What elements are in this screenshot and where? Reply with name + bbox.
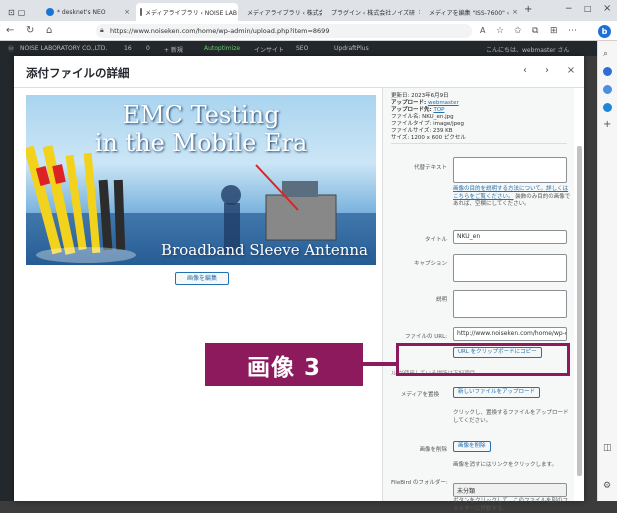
new-menu[interactable]: + 新規 bbox=[164, 45, 183, 54]
tab-media-library[interactable]: メディアライブラリ ‹ 株式会社ノ × bbox=[240, 3, 322, 21]
replace-media-label: メディアを置換 bbox=[400, 392, 439, 398]
close-modal-button[interactable]: × bbox=[560, 62, 582, 80]
alt-text-label: 代替テキスト bbox=[414, 165, 447, 171]
filebird-help: ボタンをクリックして、このファイルを別のフォルダーに移動する。 bbox=[453, 498, 569, 512]
caption-field[interactable] bbox=[453, 254, 567, 282]
seo-menu[interactable]: SEO bbox=[296, 45, 308, 52]
back-icon[interactable]: ← bbox=[6, 25, 14, 37]
updates-count[interactable]: 16 bbox=[124, 45, 132, 52]
file-url-label: ファイルの URL: bbox=[404, 334, 447, 340]
close-tab-icon[interactable]: × bbox=[124, 8, 130, 16]
delete-image-label: 画像を削除 bbox=[419, 447, 447, 453]
filebird-folder-select[interactable]: 未分類 bbox=[453, 483, 567, 497]
refresh-icon[interactable]: ↻ bbox=[26, 25, 34, 37]
collections-icon[interactable]: ⧉ bbox=[532, 25, 538, 37]
tab-label: メディアライブラリ ‹ NOISE LAB bbox=[145, 9, 237, 17]
tab-label: プラグイン ‹ 株式会社ノイズ研 bbox=[331, 9, 416, 17]
office-icon[interactable] bbox=[603, 103, 612, 112]
wp-admin-bar: Ⓦ NOISE LABORATORY CO.,LTD. 16 0 + 新規 Au… bbox=[0, 41, 597, 56]
user-greeting[interactable]: こんにちは、webmaster さん bbox=[486, 45, 569, 54]
attachment-info-panel: 更新日: 2023年6月9日 アップロード: webmaster アップロード先… bbox=[382, 88, 574, 512]
settings-gear-icon[interactable]: ⚙ bbox=[603, 481, 611, 491]
new-tab-button[interactable]: + bbox=[524, 4, 532, 15]
file-url-field[interactable]: http://www.noiseken.com/home/wp-c bbox=[453, 327, 567, 341]
image-headline-1: EMC Testing bbox=[122, 101, 280, 129]
lock-icon: 🔒︎ bbox=[100, 26, 104, 34]
desknets-favicon-icon bbox=[46, 8, 54, 16]
image-subtitle: Broadband Sleeve Antenna bbox=[161, 241, 368, 259]
edit-image-button[interactable]: 画像を編集 bbox=[175, 272, 229, 285]
tab-media-library-noise-lab[interactable]: メディアライブラリ ‹ NOISE LAB × bbox=[136, 3, 238, 21]
shopping-icon[interactable] bbox=[603, 67, 612, 76]
sidebar-toggle-icon[interactable]: ◫ bbox=[603, 443, 612, 453]
annotation-connector bbox=[363, 362, 397, 366]
details-divider bbox=[391, 143, 567, 144]
maximize-button[interactable]: □ bbox=[584, 4, 592, 13]
wp-admin-menu bbox=[0, 56, 14, 501]
annotation-callout: 画像 3 bbox=[205, 343, 363, 386]
modal-title: 添付ファイルの詳細 bbox=[26, 66, 130, 80]
more-menu-icon[interactable]: ⋯ bbox=[568, 25, 577, 37]
add-sidebar-app-icon[interactable]: + bbox=[603, 119, 611, 130]
annotation-highlight-box bbox=[396, 343, 570, 376]
close-tab-icon[interactable]: × bbox=[418, 8, 420, 16]
tab-label: * desknet's NEO bbox=[57, 8, 106, 16]
next-button[interactable]: › bbox=[536, 62, 558, 80]
read-aloud-icon[interactable]: A bbox=[480, 25, 485, 37]
browser-tab-bar: ⊡ ▢ * desknet's NEO × メディアライブラリ ‹ NOISE … bbox=[0, 0, 617, 21]
bing-copilot-icon[interactable]: b bbox=[598, 25, 611, 38]
site-name[interactable]: NOISE LABORATORY CO.,LTD. bbox=[20, 45, 107, 52]
comments-count[interactable]: 0 bbox=[146, 45, 150, 52]
search-icon[interactable]: ⌕ bbox=[603, 49, 608, 59]
delete-image-button[interactable]: 画像を削除 bbox=[453, 441, 491, 452]
page-favicon-icon bbox=[140, 8, 142, 16]
favorites-icon[interactable]: ✩ bbox=[514, 25, 522, 37]
tools-icon[interactable] bbox=[603, 85, 612, 94]
replace-help: クリックし、置換するファイルをアップロードしてください。 bbox=[453, 410, 569, 424]
panel-scrollbar[interactable] bbox=[577, 146, 582, 476]
image-headline-2: in the Mobile Era bbox=[94, 129, 308, 157]
updraft-menu[interactable]: UpdraftPlus bbox=[334, 45, 369, 52]
filebird-label: FileBird のフォルダー: bbox=[391, 480, 448, 486]
title-field[interactable]: NKU_en bbox=[453, 230, 567, 244]
attachment-details-modal: 添付ファイルの詳細 ‹ › × EMC Testing in the Mobil… bbox=[14, 56, 584, 512]
workspaces-icon[interactable]: ⊡ bbox=[8, 8, 15, 17]
extensions-icon[interactable]: ⊞ bbox=[550, 25, 558, 37]
promo-image: EMC Testing in the Mobile Era Broadband … bbox=[26, 95, 376, 265]
favorite-star-icon[interactable]: ☆ bbox=[496, 25, 504, 37]
autoptimize-menu[interactable]: Autoptimize bbox=[204, 45, 240, 52]
previous-button[interactable]: ‹ bbox=[514, 62, 536, 80]
tab-list-icon[interactable]: ▢ bbox=[18, 8, 26, 17]
alt-text-help: 画像の目的を説明する方法について。詳しくはこちらをご覧ください。 装飾のみ目的の… bbox=[453, 186, 571, 209]
alt-text-field[interactable] bbox=[453, 157, 567, 183]
upload-new-file-button[interactable]: 新しいファイルをアップロード bbox=[453, 387, 541, 398]
caption-label: キャプション bbox=[413, 261, 447, 267]
tab-actions[interactable]: ⊡ ▢ bbox=[4, 3, 26, 21]
description-field[interactable] bbox=[453, 290, 567, 318]
tab-edit-media[interactable]: メディアを編集 "ISS-7600" ‹ × bbox=[422, 3, 518, 21]
url-field[interactable]: 🔒︎ https://www.noiseken.com/home/wp-admi… bbox=[96, 24, 472, 38]
close-window-button[interactable]: × bbox=[603, 3, 611, 14]
address-bar-row: ← ↻ ⌂ 🔒︎ https://www.noiseken.com/home/w… bbox=[0, 21, 617, 41]
tab-label: メディアライブラリ ‹ 株式会社ノ bbox=[247, 9, 322, 17]
close-tab-icon[interactable]: × bbox=[512, 8, 518, 16]
home-icon[interactable]: ⌂ bbox=[46, 25, 52, 37]
insight-menu[interactable]: インサイト bbox=[254, 45, 284, 54]
attachment-image-preview: EMC Testing in the Mobile Era Broadband … bbox=[26, 95, 376, 265]
tab-desknets[interactable]: * desknet's NEO × bbox=[42, 3, 134, 21]
title-label: タイトル bbox=[424, 237, 447, 243]
dimensions: サイズ: 1200 x 600 ピクセル bbox=[391, 135, 466, 141]
tab-label: メディアを編集 "ISS-7600" ‹ bbox=[429, 9, 510, 17]
delete-help: 画像を消すにはリンクをクリックします。 bbox=[453, 462, 557, 468]
wp-logo-icon[interactable]: Ⓦ bbox=[8, 44, 14, 53]
browser-sidebar: ⌕ + ◫ ⚙ bbox=[597, 41, 617, 501]
description-label: 説明 bbox=[435, 297, 447, 303]
minimize-button[interactable]: − bbox=[565, 4, 573, 14]
tab-plugins[interactable]: プラグイン ‹ 株式会社ノイズ研 × bbox=[324, 3, 420, 21]
url-text: https://www.noiseken.com/home/wp-admin/u… bbox=[110, 27, 330, 35]
